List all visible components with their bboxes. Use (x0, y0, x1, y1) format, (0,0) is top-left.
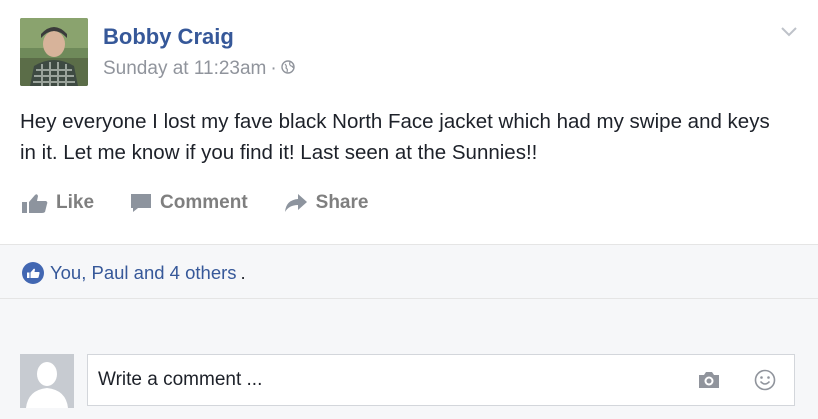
post-card: Bobby Craig Sunday at 11:23am · Hey ever… (0, 0, 818, 419)
post-text: Hey everyone I lost my fave black North … (20, 110, 770, 164)
share-button[interactable]: Share (284, 192, 369, 214)
emoji-icon[interactable] (754, 369, 776, 396)
thumbs-up-icon (22, 194, 48, 213)
comment-button[interactable]: Comment (130, 192, 248, 214)
comment-icon (131, 194, 152, 212)
like-badge-icon (22, 262, 44, 284)
reactions-names[interactable]: You, Paul and 4 others (50, 262, 237, 284)
share-arrow-icon (284, 194, 307, 212)
like-label: Like (56, 192, 95, 213)
reactions-period: . (240, 262, 246, 283)
like-button[interactable]: Like (22, 192, 94, 214)
share-label: Share (315, 192, 369, 213)
post-actions: Like Comment Share (22, 190, 404, 216)
reactions-summary[interactable]: You, Paul and 4 others . (22, 262, 246, 284)
comment-input[interactable] (98, 365, 658, 395)
camera-icon[interactable] (698, 371, 720, 394)
globe-icon[interactable] (281, 58, 295, 80)
author-avatar[interactable] (20, 18, 88, 86)
author-name[interactable]: Bobby Craig (103, 24, 234, 50)
comment-box (87, 354, 795, 406)
post-meta: Sunday at 11:23am · (103, 58, 295, 80)
commenter-avatar (20, 354, 74, 408)
comment-label: Comment (160, 192, 248, 213)
post-timestamp[interactable]: Sunday at 11:23am (103, 58, 266, 80)
post-options-chevron-icon[interactable] (780, 25, 798, 37)
meta-separator: · (270, 58, 277, 79)
